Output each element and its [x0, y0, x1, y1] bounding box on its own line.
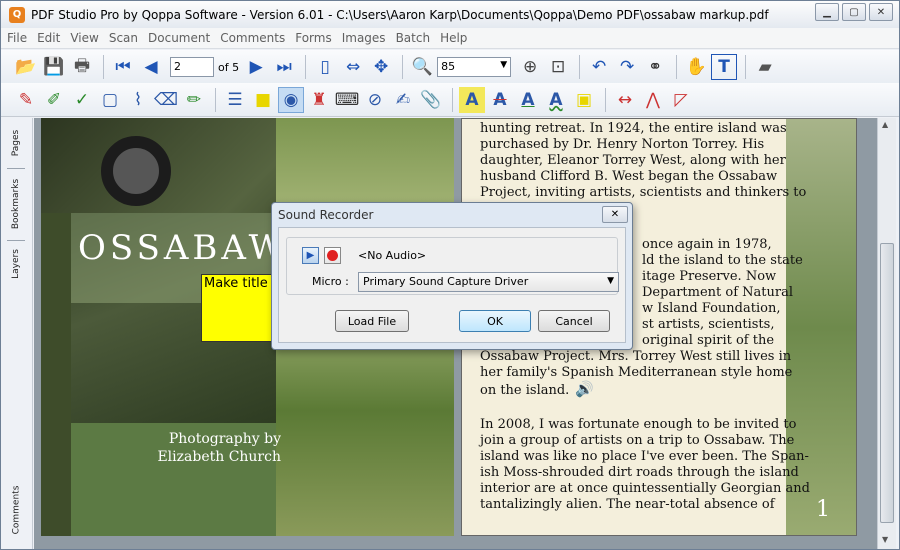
zoom-tool-icon[interactable]: 🔍 — [409, 54, 435, 80]
measure-perimeter-icon[interactable]: ⋀ — [640, 87, 666, 113]
rotate-left-icon[interactable]: ↶ — [586, 54, 612, 80]
chevron-down-icon: ▼ — [607, 276, 614, 286]
dialog-close-button[interactable]: ✕ — [602, 206, 628, 223]
cover-title: OSSABAW — [78, 228, 288, 268]
credit-line-2: Elizabeth Church — [157, 449, 281, 465]
sidebar: Pages Bookmarks Layers Comments — [1, 118, 33, 549]
app-window: Q PDF Studio Pro by Qoppa Software - Ver… — [0, 0, 900, 550]
pencil-check-icon[interactable]: ✓ — [69, 87, 95, 113]
credit-line-1: Photography by — [168, 431, 281, 447]
circle-pen-icon[interactable]: ✎ — [13, 87, 39, 113]
play-icon[interactable]: ▶ — [302, 247, 319, 264]
menu-document[interactable]: Document — [148, 31, 210, 45]
sound-annotation-icon[interactable]: ◉ — [278, 86, 304, 113]
fit-width-icon[interactable]: ⇔ — [340, 54, 366, 80]
paperclip-icon[interactable]: 📎 — [418, 87, 444, 113]
fit-page-icon[interactable]: ▯ — [312, 54, 338, 80]
paragraph-3: In 2008, I was fortunate enough to be in… — [480, 417, 810, 512]
tab-comments[interactable]: Comments — [5, 478, 27, 542]
maximize-button[interactable]: ▢ — [842, 3, 866, 21]
chevron-down-icon: ▼ — [500, 60, 508, 70]
menu-comments[interactable]: Comments — [220, 31, 285, 45]
open-folder-icon[interactable]: 📂 — [13, 54, 39, 80]
text-select-icon[interactable]: T — [711, 54, 738, 80]
recorder-group: ▶ <No Audio> Micro : Primary Sound Captu… — [286, 237, 619, 295]
zoom-marquee-icon[interactable]: ⊡ — [545, 54, 571, 80]
text-box-icon[interactable]: ☰ — [222, 87, 248, 113]
tab-layers[interactable]: Layers — [5, 244, 27, 284]
tab-bookmarks[interactable]: Bookmarks — [5, 172, 27, 236]
scroll-up-icon[interactable]: ▲ — [882, 120, 888, 129]
scanner-icon[interactable]: ▰ — [752, 54, 778, 80]
pencil-icon[interactable]: ✐ — [41, 87, 67, 113]
menu-images[interactable]: Images — [342, 31, 386, 45]
eraser-icon[interactable]: ⌫ — [153, 87, 179, 113]
highlighter-pen-icon[interactable]: ✏ — [181, 87, 207, 113]
dialog-title: Sound Recorder — [278, 208, 374, 222]
actual-size-icon[interactable]: ✥ — [368, 54, 394, 80]
close-button[interactable]: ✕ — [869, 3, 893, 21]
text-squiggly-icon[interactable]: A — [543, 87, 569, 113]
measure-distance-icon[interactable]: ↔ — [612, 87, 638, 113]
sticky-note-icon[interactable]: ■ — [250, 87, 276, 113]
edit-note-icon[interactable]: ✍ — [390, 87, 416, 113]
audio-status: <No Audio> — [358, 249, 427, 262]
page-count-label: of 5 — [218, 60, 240, 74]
square-pen-icon[interactable]: ▢ — [97, 87, 123, 113]
hand-tool-icon[interactable]: ✋ — [683, 54, 709, 80]
title-bar: Q PDF Studio Pro by Qoppa Software - Ver… — [1, 1, 899, 28]
record-icon[interactable] — [324, 247, 341, 264]
zoom-value: 85 — [441, 60, 456, 73]
page-number-input[interactable]: 2 — [170, 57, 214, 77]
polyline-icon[interactable]: ⌇ — [125, 87, 151, 113]
zoom-in-icon[interactable]: ⊕ — [517, 54, 543, 80]
measure-area-icon[interactable]: ◸ — [668, 87, 694, 113]
micro-select[interactable]: Primary Sound Capture Driver ▼ — [358, 272, 619, 292]
print-icon[interactable]: 🖶 — [69, 54, 95, 80]
previous-page-icon[interactable]: ◀ — [138, 54, 164, 80]
speaker-icon[interactable]: 🔊 — [575, 380, 594, 398]
minimize-button[interactable]: ▁ — [815, 3, 839, 21]
vertical-scrollbar[interactable]: ▲ ▼ — [877, 118, 896, 549]
app-icon: Q — [9, 6, 25, 23]
ok-button[interactable]: OK — [459, 310, 531, 332]
save-icon[interactable]: 💾 — [41, 54, 67, 80]
area-highlight-icon[interactable]: ▣ — [571, 87, 597, 113]
stamp-icon[interactable]: ♜ — [306, 87, 332, 113]
page-number: 1 — [816, 497, 830, 522]
scroll-down-icon[interactable]: ▼ — [882, 535, 888, 544]
micro-label: Micro : — [312, 275, 349, 288]
text-highlight-icon[interactable]: A — [459, 86, 485, 113]
annotation-toolbar: ✎ ✐ ✓ ▢ ⌇ ⌫ ✏ ☰ ■ ◉ ♜ ⌨ ⊘ ✍ 📎 A A A A ▣ … — [1, 83, 899, 117]
next-page-icon[interactable]: ▶ — [243, 54, 269, 80]
menu-scan[interactable]: Scan — [109, 31, 138, 45]
rotate-right-icon[interactable]: ↷ — [614, 54, 640, 80]
zoom-select[interactable]: 85 ▼ — [437, 57, 512, 77]
main-toolbar: 📂 💾 🖶 ⏮ ◀ 2 of 5 ▶ ⏭ ▯ ⇔ ✥ 🔍 85 ▼ ⊕ ⊡ ↶ ↷… — [1, 50, 899, 84]
find-binoculars-icon[interactable]: ⚭ — [642, 54, 668, 80]
text-underline-icon[interactable]: A — [515, 87, 541, 113]
text-strikeout-icon[interactable]: A — [487, 87, 513, 113]
tire-shape — [101, 136, 171, 206]
scroll-thumb[interactable] — [880, 243, 894, 523]
menu-file[interactable]: File — [7, 31, 27, 45]
micro-value: Primary Sound Capture Driver — [363, 275, 529, 288]
cancel-button[interactable]: Cancel — [538, 310, 610, 332]
sound-recorder-dialog: Sound Recorder ✕ ▶ <No Audio> Micro : Pr… — [271, 202, 633, 350]
attach-file-icon[interactable]: ⊘ — [362, 87, 388, 113]
menu-bar: File Edit View Scan Document Comments Fo… — [1, 28, 899, 49]
menu-help[interactable]: Help — [440, 31, 467, 45]
first-page-icon[interactable]: ⏮ — [110, 54, 136, 80]
tab-pages[interactable]: Pages — [5, 122, 27, 164]
menu-edit[interactable]: Edit — [37, 31, 60, 45]
window-title: PDF Studio Pro by Qoppa Software - Versi… — [31, 7, 769, 22]
typewriter-icon[interactable]: ⌨ — [334, 87, 360, 113]
menu-forms[interactable]: Forms — [295, 31, 331, 45]
menu-view[interactable]: View — [70, 31, 98, 45]
last-page-icon[interactable]: ⏭ — [271, 54, 297, 80]
photo-credit: Photography by Elizabeth Church — [81, 430, 281, 466]
load-file-button[interactable]: Load File — [335, 310, 409, 332]
menu-batch[interactable]: Batch — [396, 31, 431, 45]
dialog-body: ▶ <No Audio> Micro : Primary Sound Captu… — [278, 227, 626, 343]
